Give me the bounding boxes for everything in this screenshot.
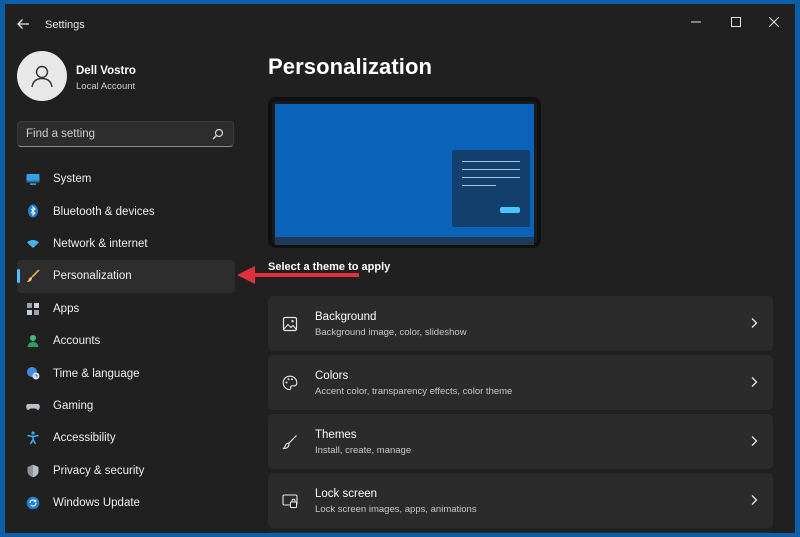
sidebar-item-label: Personalization [53, 270, 132, 283]
app-title: Settings [45, 19, 85, 31]
selection-indicator [17, 269, 20, 284]
card-title: Background [315, 311, 377, 323]
title-bar: Settings [5, 4, 795, 44]
settings-window: Settings Dell Vostro Local Account Find … [5, 4, 795, 533]
chevron-right-icon [751, 436, 758, 446]
brush-icon [27, 269, 40, 283]
preview-window [452, 150, 530, 227]
card-title: Lock screen [315, 488, 378, 500]
back-arrow-icon[interactable] [15, 16, 31, 32]
sidebar-item-apps[interactable]: Apps [17, 293, 235, 325]
sidebar-item-label: Bluetooth & devices [53, 205, 155, 218]
sidebar-item-personalization[interactable]: Personalization [17, 260, 235, 293]
minimize-button[interactable] [681, 10, 711, 34]
card-title: Colors [315, 370, 349, 382]
sidebar-item-label: System [53, 173, 92, 186]
minimize-icon [691, 21, 701, 23]
avatar[interactable] [17, 51, 67, 101]
colors-card[interactable]: Colors Accent color, transparency effect… [268, 355, 773, 410]
sidebar-nav: System Bluetooth & devices Network & int… [17, 163, 235, 519]
chevron-right-icon [751, 377, 758, 387]
sidebar-item-label: Accounts [53, 335, 101, 348]
themes-card[interactable]: Themes Install, create, manage [268, 414, 773, 469]
sidebar-item-label: Privacy & security [53, 464, 145, 477]
chevron-right-icon [751, 318, 758, 328]
apps-icon [27, 302, 39, 315]
sidebar-item-bluetooth[interactable]: Bluetooth & devices [17, 195, 235, 227]
background-card[interactable]: Background Background image, color, slid… [268, 296, 773, 351]
display-icon [26, 174, 40, 185]
shield-icon [27, 464, 39, 477]
person-icon [27, 334, 39, 347]
chevron-right-icon [751, 495, 758, 505]
sidebar-item-gaming[interactable]: Gaming [17, 390, 235, 422]
preview-taskbar [275, 237, 534, 245]
sidebar-item-network[interactable]: Network & internet [17, 228, 235, 260]
palette-icon [282, 375, 298, 391]
sidebar-item-label: Gaming [53, 399, 94, 412]
sidebar-item-accessibility[interactable]: Accessibility [17, 422, 235, 454]
user-name: Dell Vostro [76, 65, 136, 77]
brush-icon [282, 435, 297, 450]
annotation-arrow-icon [237, 266, 359, 284]
close-icon [769, 17, 779, 27]
sidebar-item-label: Network & internet [53, 237, 148, 250]
page-title: Personalization [268, 54, 433, 79]
theme-preview [268, 97, 541, 248]
sidebar-item-accounts[interactable]: Accounts [17, 325, 235, 357]
preview-line [462, 177, 520, 178]
accessibility-icon [27, 431, 39, 445]
sidebar-item-windows-update[interactable]: Windows Update [17, 487, 235, 519]
card-title: Themes [315, 429, 357, 441]
sidebar-item-label: Accessibility [53, 432, 116, 445]
card-subtitle: Accent color, transparency effects, colo… [315, 386, 513, 397]
globe-clock-icon [27, 367, 40, 380]
preview-line [462, 185, 496, 186]
maximize-button[interactable] [721, 10, 751, 34]
maximize-icon [731, 17, 741, 27]
close-button[interactable] [759, 10, 789, 34]
lock-screen-icon [282, 494, 298, 508]
search-input[interactable] [18, 122, 211, 146]
wifi-icon [27, 239, 39, 248]
card-subtitle: Lock screen images, apps, animations [315, 504, 477, 515]
preview-line [462, 169, 520, 170]
sidebar-item-label: Time & language [53, 367, 140, 380]
user-icon [31, 65, 53, 88]
account-type: Local Account [76, 81, 136, 92]
sidebar-item-label: Apps [53, 302, 80, 315]
next-card-partial [268, 532, 773, 533]
sidebar-item-label: Windows Update [53, 497, 140, 510]
sidebar-item-privacy-security[interactable]: Privacy & security [17, 455, 235, 487]
sidebar-item-system[interactable]: System [17, 163, 235, 195]
search-icon[interactable] [212, 128, 224, 140]
preview-button [500, 207, 520, 213]
sidebar-item-time-language[interactable]: Time & language [17, 357, 235, 389]
card-subtitle: Background image, color, slideshow [315, 327, 467, 338]
image-icon [282, 316, 298, 332]
search-box[interactable] [17, 121, 234, 147]
update-icon [26, 496, 40, 510]
card-subtitle: Install, create, manage [315, 445, 412, 456]
lock-screen-card[interactable]: Lock screen Lock screen images, apps, an… [268, 473, 773, 528]
gamepad-icon [26, 403, 40, 410]
preview-line [462, 161, 520, 162]
bluetooth-icon [28, 204, 38, 218]
preview-desktop [275, 104, 534, 237]
